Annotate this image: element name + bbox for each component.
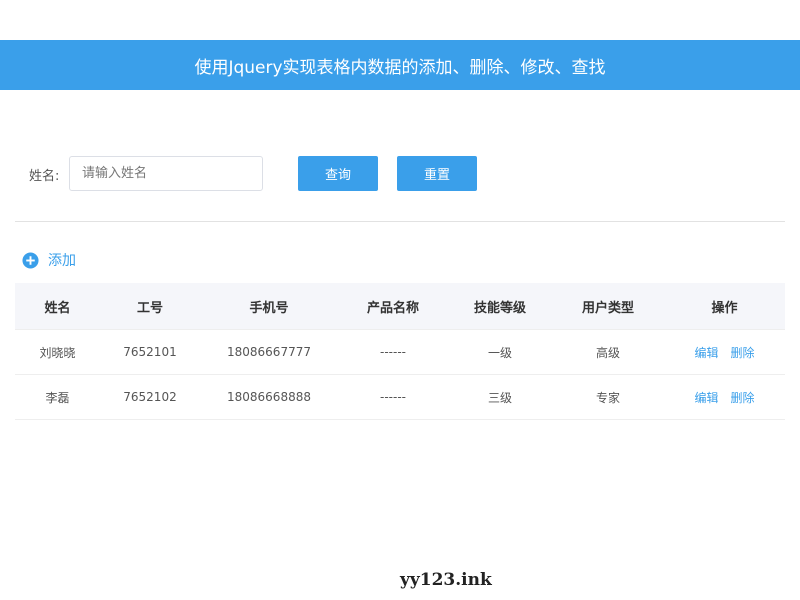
add-label: 添加 [48, 253, 76, 269]
table-header-row: 姓名 工号 手机号 产品名称 技能等级 用户类型 操作 [15, 283, 785, 330]
watermark: yy123.ink [400, 570, 492, 590]
page-header: 使用Jquery实现表格内数据的添加、删除、修改、查找 [0, 40, 800, 90]
edit-link[interactable]: 编辑 [694, 391, 718, 405]
column-header-type: 用户类型 [552, 283, 664, 330]
cell-id: 7652102 [100, 374, 200, 420]
cell-name: 刘晓晓 [15, 329, 100, 375]
column-header-level: 技能等级 [448, 283, 552, 330]
add-button[interactable]: 添加 [22, 250, 76, 270]
delete-link[interactable]: 删除 [731, 346, 755, 360]
search-bar: 姓名: 查询 重置 [0, 156, 800, 191]
cell-level: 一级 [448, 329, 552, 375]
cell-name: 李磊 [15, 374, 100, 420]
plus-circle-icon [22, 251, 39, 269]
table-row: 李磊 7652102 18086668888 ------ 三级 专家 编辑 删除 [15, 374, 785, 420]
cell-level: 三级 [448, 374, 552, 420]
cell-type: 专家 [552, 374, 664, 420]
cell-phone: 18086668888 [200, 374, 338, 420]
query-button[interactable]: 查询 [298, 156, 378, 191]
cell-phone: 18086667777 [200, 329, 338, 375]
cell-actions: 编辑 删除 [664, 329, 785, 375]
table-row: 刘晓晓 7652101 18086667777 ------ 一级 高级 编辑删… [15, 329, 785, 375]
column-header-actions: 操作 [664, 283, 785, 330]
cell-product: ------ [338, 329, 448, 375]
edit-link[interactable]: 编辑 [694, 346, 718, 360]
column-header-id: 工号 [100, 283, 200, 330]
cell-type: 高级 [552, 329, 664, 375]
column-header-product: 产品名称 [338, 283, 448, 330]
reset-button[interactable]: 重置 [397, 156, 477, 191]
page-title: 使用Jquery实现表格内数据的添加、删除、修改、查找 [194, 57, 606, 78]
divider [15, 221, 785, 222]
name-label: 姓名: [29, 169, 60, 184]
cell-id: 7652101 [100, 329, 200, 375]
employee-table: 姓名 工号 手机号 产品名称 技能等级 用户类型 操作 刘晓晓 7652101 … [15, 283, 785, 420]
delete-link[interactable]: 删除 [731, 391, 755, 405]
name-search-input[interactable] [69, 156, 263, 191]
cell-product: ------ [338, 374, 448, 420]
column-header-name: 姓名 [15, 283, 100, 330]
column-header-phone: 手机号 [200, 283, 338, 330]
cell-actions: 编辑 删除 [664, 374, 785, 420]
